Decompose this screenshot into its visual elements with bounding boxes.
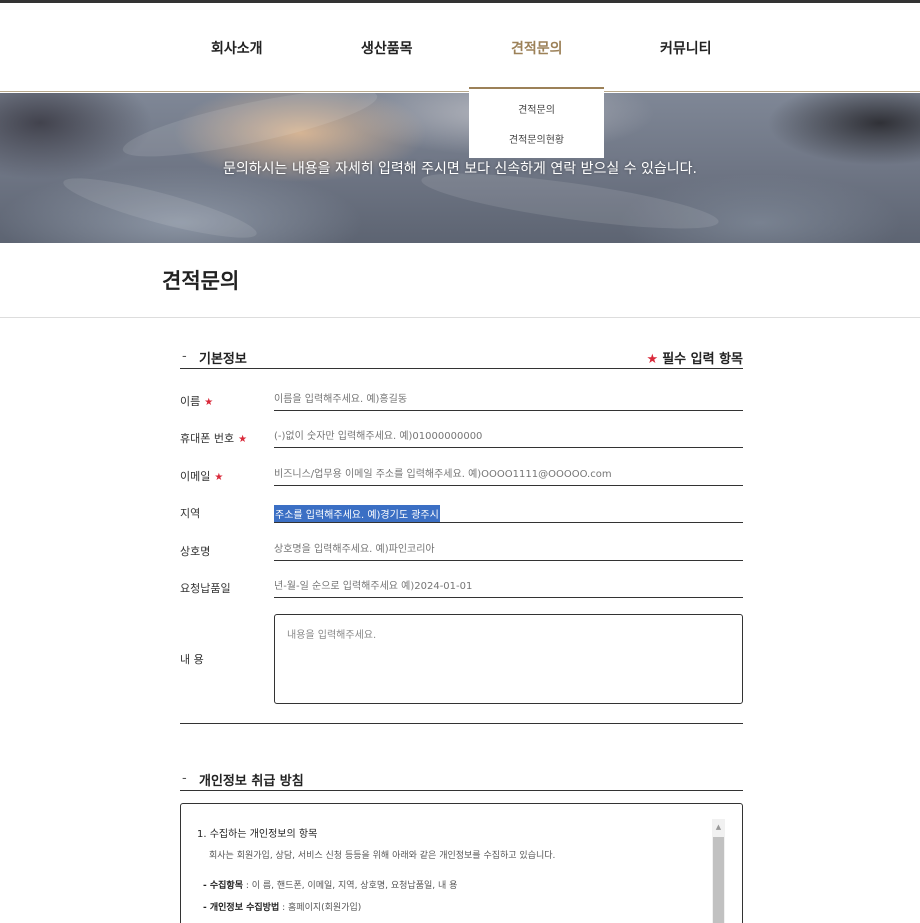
submenu-quote-status[interactable]: 견적문의현황 <box>469 131 604 146</box>
basic-info-title: 기본정보 <box>199 352 247 367</box>
company-input[interactable] <box>274 539 743 561</box>
site-header: 회사소개 생산품목 견적문의 커뮤니티 <box>0 3 920 92</box>
form-bottom-divider <box>180 723 743 724</box>
fabric-fold-highlight <box>59 167 261 243</box>
hero-banner: 문의하시는 내용을 자세히 입력해 주시면 보다 신속하게 연락 받으실 수 있… <box>0 93 920 243</box>
section-dash: - <box>182 349 187 364</box>
privacy-item-heading: 1. 수집하는 개인정보의 항목 <box>197 829 318 840</box>
required-legend: ★ 필수 입력 항목 <box>647 348 743 367</box>
nav-company-intro[interactable]: 회사소개 <box>211 38 263 58</box>
hero-message: 문의하시는 내용을 자세히 입력해 주시면 보다 신속하게 연락 받으실 수 있… <box>223 161 697 177</box>
delivery-date-label: 요청납품일 <box>180 582 231 595</box>
privacy-scrollbar[interactable]: ▲ <box>712 819 725 923</box>
region-input-selected-text: 주소를 입력해주세요. 예)경기도 광주시 <box>274 505 440 522</box>
privacy-collection-method: - 개인정보 수집방법 : 홈페이지(회원가입) <box>203 903 362 913</box>
email-input[interactable] <box>274 464 743 486</box>
submenu-quote-inquiry[interactable]: 견적문의 <box>469 101 604 116</box>
privacy-description: 회사는 회원가입, 상담, 서비스 신청 등등을 위해 아래와 같은 개인정보를… <box>209 851 556 861</box>
scroll-up-arrow-icon[interactable]: ▲ <box>712 819 725 835</box>
required-star-icon: ★ <box>238 434 248 445</box>
phone-label: 휴대폰 번호 ★ <box>180 432 248 445</box>
required-legend-text: 필수 입력 항목 <box>662 352 743 367</box>
nav-community[interactable]: 커뮤니티 <box>660 38 712 58</box>
section-dash: - <box>182 771 187 786</box>
nav-products[interactable]: 생산품목 <box>361 38 413 58</box>
name-label: 이름 ★ <box>180 395 214 408</box>
privacy-collected-items: - 수집항목 : 이 름, 핸드폰, 이메일, 지역, 상호명, 요청납품일, … <box>203 881 458 891</box>
basic-info-header: - 기본정보 ★ 필수 입력 항목 <box>180 347 743 369</box>
required-star-icon: ★ <box>214 472 224 483</box>
delivery-date-input[interactable] <box>274 576 743 598</box>
title-divider <box>0 317 920 318</box>
phone-input[interactable] <box>274 426 743 448</box>
quote-submenu: 견적문의 견적문의현황 <box>469 87 604 158</box>
page-title: 견적문의 <box>162 269 240 293</box>
content-placeholder: 내용을 입력해주세요. <box>287 630 377 641</box>
privacy-title: 개인정보 취급 방침 <box>199 774 304 789</box>
email-label: 이메일 ★ <box>180 470 224 483</box>
content-label: 내 용 <box>180 653 204 666</box>
nav-quote-inquiry[interactable]: 견적문의 <box>511 38 563 58</box>
privacy-header: - 개인정보 취급 방침 <box>180 769 743 791</box>
content-textarea[interactable]: 내용을 입력해주세요. <box>274 614 743 704</box>
required-star-icon: ★ <box>646 352 659 367</box>
company-label: 상호명 <box>180 545 211 558</box>
region-label: 지역 <box>180 507 201 520</box>
privacy-policy-box[interactable]: 1. 수집하는 개인정보의 항목 회사는 회원가입, 상담, 서비스 신청 등등… <box>180 803 743 923</box>
scroll-thumb[interactable] <box>713 837 724 923</box>
required-star-icon: ★ <box>204 397 214 408</box>
name-input[interactable] <box>274 389 743 411</box>
